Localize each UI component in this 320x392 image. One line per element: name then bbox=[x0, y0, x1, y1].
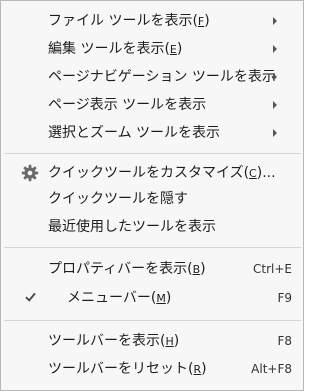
menu-item-label: ページ表示 ツールを表示 bbox=[48, 97, 207, 113]
menu-item-shortcut: F9 bbox=[277, 291, 292, 305]
menu-item-label: 編集 ツールを表示(E) bbox=[48, 41, 183, 57]
menu-item-hide-quick-tools[interactable]: クイックツールを隠す bbox=[1, 187, 303, 211]
menu-item-label: ファイル ツールを表示(F) bbox=[48, 13, 210, 29]
menu-item-menu-bar[interactable]: メニューバー(M) F9 bbox=[1, 286, 303, 310]
gear-icon bbox=[21, 164, 39, 182]
menu-item-show-recent-tools[interactable]: 最近使用したツールを表示 bbox=[1, 215, 303, 239]
menu-item-show-file-tools[interactable]: ファイル ツールを表示(F) bbox=[1, 9, 303, 33]
submenu-arrow-icon bbox=[273, 73, 277, 81]
menu-item-show-edit-tools[interactable]: 編集 ツールを表示(E) bbox=[1, 37, 303, 61]
submenu-arrow-icon bbox=[273, 17, 277, 25]
menu-separator bbox=[4, 247, 301, 248]
menu-item-show-property-bar[interactable]: プロパティバーを表示(B) Ctrl+E bbox=[1, 257, 303, 281]
menu-separator bbox=[4, 153, 301, 154]
menu-item-shortcut: F8 bbox=[277, 334, 292, 348]
context-menu: ファイル ツールを表示(F) 編集 ツールを表示(E) ページナビゲーション ツ… bbox=[0, 0, 304, 391]
menu-item-label: クイックツールをカスタマイズ(C)... bbox=[48, 165, 276, 181]
menu-item-label: 選択とズーム ツールを表示 bbox=[48, 125, 221, 141]
menu-item-label: クイックツールを隠す bbox=[48, 191, 188, 207]
menu-item-label: ツールバーをリセット(R) bbox=[48, 361, 207, 377]
submenu-arrow-icon bbox=[273, 45, 277, 53]
menu-item-shortcut: Ctrl+E bbox=[253, 262, 292, 276]
menu-item-label: メニューバー(M) bbox=[67, 290, 172, 306]
menu-separator bbox=[4, 320, 301, 321]
menu-item-label: ツールバーを表示(H) bbox=[48, 333, 180, 349]
submenu-arrow-icon bbox=[273, 101, 277, 109]
menu-item-shortcut: Alt+F8 bbox=[251, 362, 292, 376]
menu-item-show-page-navigation-tools[interactable]: ページナビゲーション ツールを表示 bbox=[1, 65, 303, 89]
menu-item-label: プロパティバーを表示(B) bbox=[48, 261, 206, 277]
menu-item-show-select-zoom-tools[interactable]: 選択とズーム ツールを表示 bbox=[1, 121, 303, 145]
check-icon bbox=[25, 292, 36, 302]
menu-item-show-toolbar[interactable]: ツールバーを表示(H) F8 bbox=[1, 329, 303, 353]
menu-item-label: ページナビゲーション ツールを表示 bbox=[48, 69, 276, 85]
submenu-arrow-icon bbox=[273, 129, 277, 137]
menu-item-reset-toolbar[interactable]: ツールバーをリセット(R) Alt+F8 bbox=[1, 357, 303, 381]
menu-item-show-page-display-tools[interactable]: ページ表示 ツールを表示 bbox=[1, 93, 303, 117]
menu-item-customize-quick-tools[interactable]: クイックツールをカスタマイズ(C)... bbox=[1, 161, 303, 185]
menu-item-label: 最近使用したツールを表示 bbox=[48, 219, 216, 235]
